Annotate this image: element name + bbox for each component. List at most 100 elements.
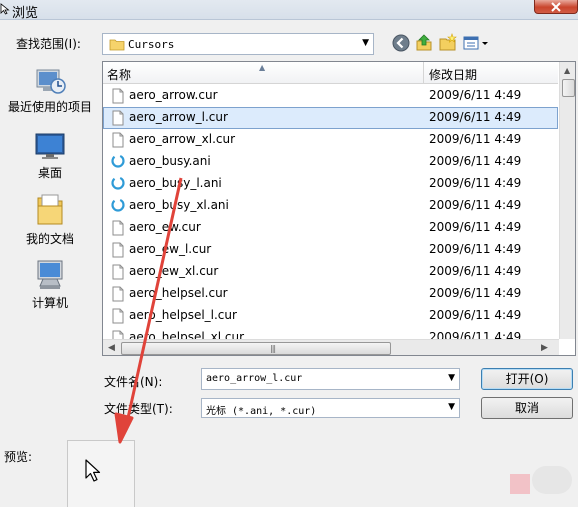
close-button[interactable]: [534, 0, 578, 14]
filename-input[interactable]: aero_arrow_l.cur ▼: [201, 368, 460, 390]
filetype-dropdown[interactable]: 光标 (*.ani, *.cur) ▼: [201, 398, 460, 418]
lookin-label: 查找范围(I):: [16, 37, 81, 51]
back-icon: [392, 34, 410, 52]
file-name: aero_busy.ani: [129, 154, 211, 168]
table-row[interactable]: aero_helpsel_l.cur 2009/6/11 4:49: [103, 305, 558, 327]
animated-cursor-icon: [111, 198, 125, 212]
file-name: aero_busy_l.ani: [129, 176, 222, 190]
file-name: aero_ew.cur: [129, 220, 201, 234]
file-date: 2009/6/11 4:49: [429, 286, 522, 300]
file-name: aero_helpsel_l.cur: [129, 308, 237, 322]
column-name-header[interactable]: 名称: [107, 66, 131, 83]
filename-label: 文件名(N):: [104, 375, 163, 389]
table-row[interactable]: aero_ew_l.cur 2009/6/11 4:49: [103, 239, 558, 261]
title-bar: 浏览: [0, 0, 578, 21]
grip-icon: |||: [270, 344, 276, 353]
cursor-file-icon: [112, 132, 124, 148]
cancel-button[interactable]: 取消: [481, 397, 573, 419]
place-label: 最近使用的项目: [7, 100, 92, 114]
watermark-mark: [510, 474, 530, 494]
cursor-file-icon: [112, 110, 124, 126]
table-row[interactable]: aero_helpsel.cur 2009/6/11 4:49: [103, 283, 558, 305]
table-row[interactable]: aero_arrow.cur 2009/6/11 4:49: [103, 85, 558, 107]
file-date: 2009/6/11 4:49: [429, 110, 522, 124]
new-folder-icon: [439, 33, 457, 51]
table-row[interactable]: aero_arrow_xl.cur 2009/6/11 4:49: [103, 129, 558, 151]
column-modified-header[interactable]: 修改日期: [429, 66, 477, 83]
place-documents[interactable]: 我的文档: [4, 192, 96, 247]
scroll-up-icon[interactable]: ▲: [564, 66, 570, 75]
table-row[interactable]: aero_busy.ani 2009/6/11 4:49: [103, 151, 558, 173]
places-bar: 最近使用的项目 桌面 我的文档 计算机: [4, 60, 96, 320]
file-name: aero_arrow_l.cur: [129, 110, 228, 124]
lookin-value: Cursors: [128, 38, 175, 51]
file-date: 2009/6/11 4:49: [429, 176, 522, 190]
cursor-file-icon: [112, 264, 124, 280]
close-icon: [551, 2, 561, 12]
file-date: 2009/6/11 4:49: [429, 132, 522, 146]
column-separator[interactable]: [423, 62, 424, 84]
scroll-right-icon[interactable]: ▶: [541, 343, 548, 353]
cursor-file-icon: [112, 88, 124, 104]
cursor-file-icon: [112, 220, 124, 236]
chevron-down-icon: ▼: [448, 402, 455, 412]
file-name: aero_arrow_xl.cur: [129, 132, 236, 146]
file-date: 2009/6/11 4:49: [429, 154, 522, 168]
place-label: 计算机: [31, 296, 68, 310]
column-header: 名称 ▲ 修改日期: [103, 62, 558, 84]
computer-icon: [37, 260, 63, 289]
file-name: aero_arrow.cur: [129, 88, 218, 102]
filetype-label: 文件类型(T):: [104, 402, 173, 416]
file-date: 2009/6/11 4:49: [429, 88, 522, 102]
preview-pane: [67, 440, 135, 507]
up-folder-button[interactable]: [414, 33, 434, 53]
file-date: 2009/6/11 4:49: [429, 220, 522, 234]
place-label: 桌面: [37, 166, 62, 180]
table-row[interactable]: aero_busy_l.ani 2009/6/11 4:49: [103, 173, 558, 195]
sort-ascending-icon: ▲: [259, 63, 266, 72]
vertical-scrollbar[interactable]: ▲: [559, 62, 575, 339]
open-button[interactable]: 打开(O): [481, 368, 573, 390]
cursor-file-icon: [112, 308, 124, 324]
file-date: 2009/6/11 4:49: [429, 264, 522, 278]
table-row[interactable]: aero_ew_xl.cur 2009/6/11 4:49: [103, 261, 558, 283]
folder-icon: [109, 39, 125, 51]
place-recent-items[interactable]: 最近使用的项目: [4, 64, 96, 115]
animated-cursor-icon: [111, 176, 125, 190]
horizontal-scroll-thumb[interactable]: |||: [121, 342, 391, 355]
place-desktop[interactable]: 桌面: [4, 130, 96, 181]
file-list[interactable]: 名称 ▲ 修改日期 aero_arrow.cur 2009/6/11 4:49 ae…: [102, 61, 576, 356]
file-date: 2009/6/11 4:49: [429, 242, 522, 256]
place-computer[interactable]: 计算机: [4, 258, 96, 311]
filetype-value: 光标 (*.ani, *.cur): [206, 406, 317, 417]
table-row[interactable]: aero_busy_xl.ani 2009/6/11 4:49: [103, 195, 558, 217]
chevron-down-icon[interactable]: ▼: [448, 373, 455, 383]
file-name: aero_helpsel.cur: [129, 286, 228, 300]
animated-cursor-icon: [111, 154, 125, 168]
chevron-down-icon: ▼: [362, 38, 369, 48]
file-name: aero_ew_l.cur: [129, 242, 212, 256]
file-rows: aero_arrow.cur 2009/6/11 4:49 aero_arrow_l…: [103, 85, 558, 349]
horizontal-scrollbar[interactable]: ◀ ||| ▶: [103, 339, 559, 355]
table-row[interactable]: aero_ew.cur 2009/6/11 4:49: [103, 217, 558, 239]
view-menu-button[interactable]: [462, 33, 490, 53]
scroll-left-icon[interactable]: ◀: [108, 343, 115, 353]
watermark-cloud: [532, 466, 572, 494]
view-menu-icon: [463, 36, 488, 50]
vertical-scroll-thumb[interactable]: [562, 79, 575, 97]
back-button[interactable]: [391, 33, 411, 53]
file-name: aero_ew_xl.cur: [129, 264, 219, 278]
file-date: 2009/6/11 4:49: [429, 308, 522, 322]
cursor-preview-icon: [85, 459, 101, 482]
window-title: 浏览: [12, 6, 39, 21]
lookin-dropdown[interactable]: Cursors ▼: [102, 33, 374, 55]
cursor-file-icon: [112, 286, 124, 302]
preview-label: 预览:: [4, 450, 33, 464]
new-folder-button[interactable]: [438, 33, 458, 53]
filename-value: aero_arrow_l.cur: [206, 373, 303, 384]
file-date: 2009/6/11 4:49: [429, 198, 522, 212]
table-row[interactable]: aero_arrow_l.cur 2009/6/11 4:49: [103, 107, 558, 129]
file-name: aero_busy_xl.ani: [129, 198, 229, 212]
cursor-file-icon: [112, 242, 124, 258]
recent-items-icon: [36, 69, 66, 94]
